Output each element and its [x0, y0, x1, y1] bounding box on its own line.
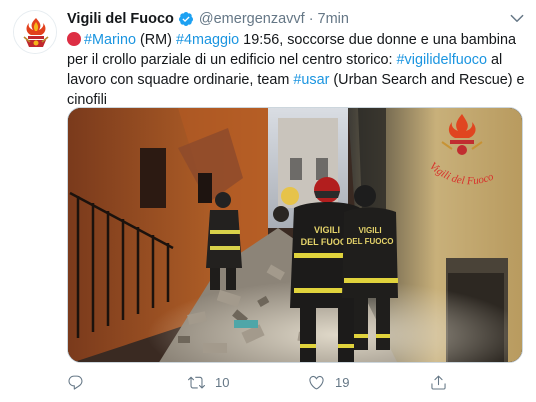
jacket-label: DEL FUOCO — [347, 237, 394, 246]
jacket-label: VIGILI — [314, 225, 340, 235]
retweet-icon — [188, 376, 205, 388]
jacket-label: VIGILI — [358, 226, 381, 235]
share-button[interactable] — [430, 372, 447, 392]
hashtag-link[interactable]: #vigilidelfuoco — [397, 52, 487, 68]
tweet-text-segment: (RM) — [136, 32, 176, 48]
timestamp[interactable]: 7min — [318, 11, 349, 27]
display-name[interactable]: Vigili del Fuoco — [67, 11, 174, 27]
hashtag-link[interactable]: #usar — [293, 72, 329, 88]
handle[interactable]: @emergenzavvf — [199, 11, 305, 27]
tweet-text: #Marino (RM) #4maggio 19:56, soccorse du… — [67, 30, 529, 110]
like-button[interactable]: 19 — [308, 372, 349, 392]
hashtag-link[interactable]: #4maggio — [176, 32, 239, 48]
reply-icon — [68, 375, 83, 390]
like-icon — [309, 375, 324, 389]
share-icon — [431, 375, 446, 390]
reply-button[interactable] — [67, 372, 94, 392]
hashtag-link[interactable]: #Marino — [84, 32, 136, 48]
verified-icon — [178, 12, 193, 26]
retweet-button[interactable]: 10 — [188, 372, 229, 392]
avatar-logo-icon — [14, 11, 56, 53]
retweet-count: 10 — [215, 374, 230, 390]
red-circle-emoji-icon — [67, 32, 81, 46]
chevron-down-icon[interactable] — [508, 9, 526, 27]
separator-dot: · — [308, 11, 314, 27]
tweet-card[interactable]: Vigili del Fuoco @emergenzavvf · 7min #M… — [0, 0, 536, 402]
avatar[interactable] — [13, 10, 57, 54]
rescue-scene-image: VIGILI DEL FUOCO VIGILI DEL FUOCO Vigili… — [68, 108, 522, 362]
like-count: 19 — [335, 374, 350, 390]
tweet-header: Vigili del Fuoco @emergenzavvf · 7min — [67, 10, 349, 28]
action-bar: 10 19 — [67, 372, 523, 392]
tweet-photo[interactable]: VIGILI DEL FUOCO VIGILI DEL FUOCO Vigili… — [67, 107, 523, 363]
